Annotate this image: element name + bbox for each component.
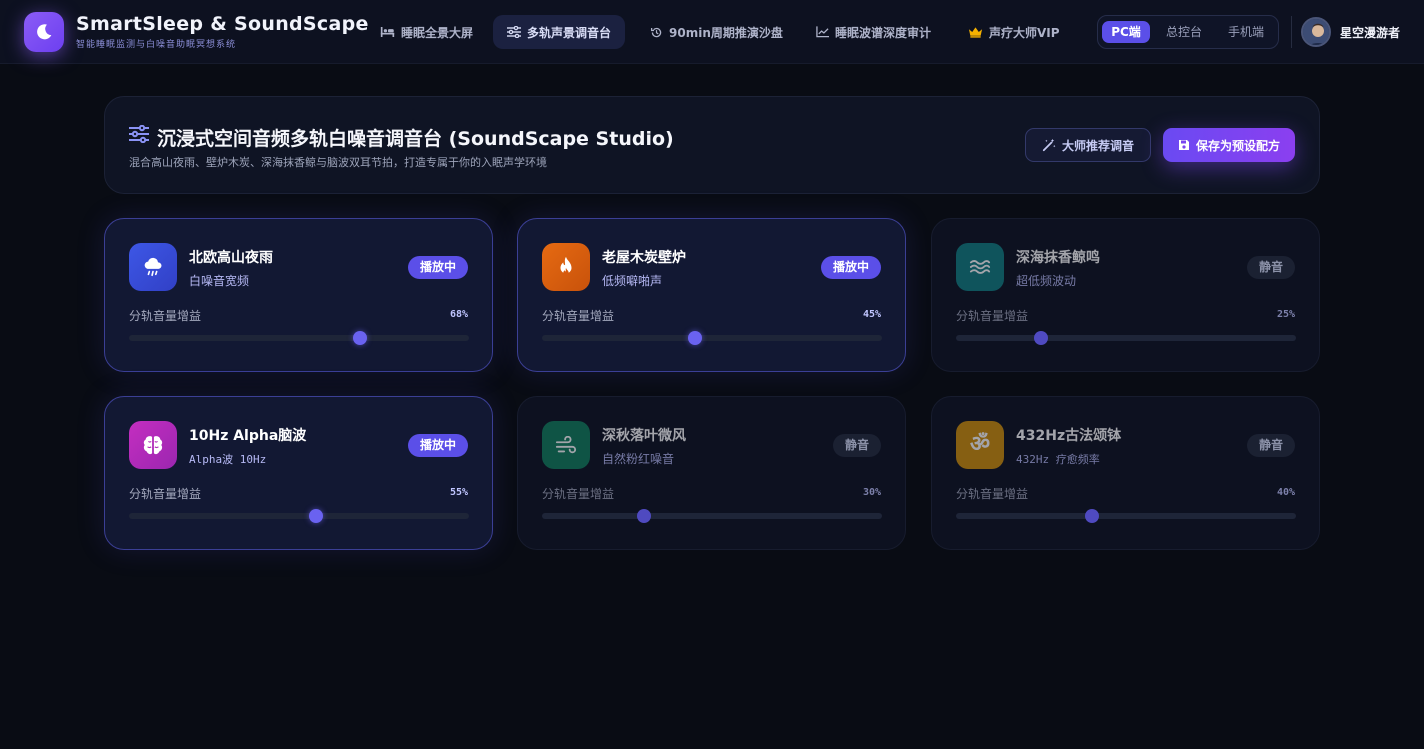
magic-wand-icon — [1042, 138, 1056, 152]
status-badge[interactable]: 静音 — [1246, 256, 1295, 279]
fire-icon — [542, 243, 590, 291]
gain-value: 40% — [1276, 487, 1295, 498]
gain-value: 55% — [449, 487, 468, 498]
status-badge[interactable]: 播放中 — [820, 256, 881, 279]
track-desc: 自然粉红噪音 — [602, 452, 675, 466]
gain-label: 分轨音量增益 — [956, 309, 1029, 323]
crown-icon — [968, 27, 983, 38]
gain-label: 分轨音量增益 — [129, 309, 202, 323]
history-icon — [650, 27, 662, 37]
platform-pc[interactable]: PC端 — [1102, 21, 1150, 43]
gain-slider[interactable] — [542, 331, 882, 345]
track-card: 北欧高山夜雨 白噪音宽频 播放中 分轨音量增益 68% — [104, 218, 493, 372]
nav-label: 90min周期推演沙盘 — [669, 25, 783, 40]
gain-slider[interactable] — [129, 331, 469, 345]
recommend-label: 大师推荐调音 — [1061, 138, 1134, 153]
track-name: 老屋木炭壁炉 — [602, 250, 686, 266]
track-name: 深海抹香鲸鸣 — [1016, 250, 1100, 266]
username[interactable]: 星空漫游者 — [1340, 24, 1400, 41]
slider-thumb[interactable] — [309, 509, 323, 523]
nav-item-audit[interactable]: 睡眠波谱深度审计 — [802, 15, 945, 49]
sliders-icon — [507, 26, 521, 38]
gain-slider[interactable] — [542, 509, 882, 523]
chart-line-icon — [816, 26, 829, 38]
platform-console[interactable]: 总控台 — [1155, 21, 1213, 43]
save-label: 保存为预设配方 — [1195, 138, 1280, 153]
gain-value: 68% — [449, 309, 468, 320]
gain-label: 分轨音量增益 — [542, 487, 615, 501]
page-subtitle: 混合高山夜雨、壁炉木炭、深海抹香鲸与脑波双耳节拍，打造专属于你的入眠声学环境 — [129, 156, 547, 169]
divider — [1291, 16, 1292, 48]
moon-icon[interactable] — [24, 12, 64, 52]
gain-slider[interactable] — [129, 509, 469, 523]
platform-switch: PC端 总控台 手机端 — [1097, 15, 1279, 49]
slider-thumb[interactable] — [637, 509, 651, 523]
top-navbar: SmartSleep & SoundScape 智能睡眠监测与白噪音助眠冥想系统… — [0, 0, 1424, 64]
nav-label: 多轨声景调音台 — [527, 25, 612, 40]
save-preset-button[interactable]: 保存为预设配方 — [1163, 128, 1295, 162]
track-name: 432Hz古法颂钵 — [1016, 428, 1122, 444]
brand-title: SmartSleep & SoundScape — [76, 13, 369, 35]
gain-value: 30% — [862, 487, 881, 498]
status-badge[interactable]: 静音 — [1246, 434, 1295, 457]
slider-thumb[interactable] — [1085, 509, 1099, 523]
track-desc: 白噪音宽频 — [189, 274, 250, 288]
track-desc: Alpha波 10Hz — [189, 453, 267, 466]
bed-icon — [380, 27, 395, 37]
cloud-rain-icon — [129, 243, 177, 291]
track-card: 深秋落叶微风 自然粉红噪音 分轨音量增益 30% 静音 — [517, 396, 906, 550]
gain-label: 分轨音量增益 — [956, 487, 1029, 501]
gain-value: 25% — [1276, 309, 1295, 320]
track-name: 北欧高山夜雨 — [189, 250, 273, 266]
gain-slider[interactable] — [956, 509, 1296, 523]
om-icon: ॐ — [956, 421, 1004, 469]
gain-label: 分轨音量增益 — [542, 309, 615, 323]
nav-label: 睡眠波谱深度审计 — [835, 25, 932, 40]
recommend-mix-button[interactable]: 大师推荐调音 — [1025, 128, 1151, 162]
nav-item-mixer[interactable]: 多轨声景调音台 — [493, 15, 626, 49]
track-card: 10Hz Alpha脑波 Alpha波 10Hz 播放中 分轨音量增益 55% — [104, 396, 493, 550]
track-desc: 432Hz 疗愈频率 — [1016, 453, 1100, 466]
track-card: 老屋木炭壁炉 低频噼啪声 播放中 分轨音量增益 45% — [517, 218, 906, 372]
avatar[interactable] — [1301, 17, 1331, 47]
wind-icon — [542, 421, 590, 469]
nav-item-cycle[interactable]: 90min周期推演沙盘 — [636, 15, 797, 49]
slider-thumb[interactable] — [353, 331, 368, 345]
gain-label: 分轨音量增益 — [129, 487, 202, 501]
slider-thumb[interactable] — [1034, 331, 1048, 345]
save-icon — [1178, 140, 1189, 150]
track-card: 深海抹香鲸鸣 超低频波动 分轨音量增益 25% 静音 — [931, 218, 1320, 372]
track-name: 10Hz Alpha脑波 — [189, 428, 307, 444]
brand-subtitle: 智能睡眠监测与白噪音助眠冥想系统 — [76, 40, 237, 50]
brain-icon — [129, 421, 177, 469]
status-badge[interactable]: 静音 — [832, 434, 881, 457]
track-desc: 低频噼啪声 — [602, 274, 663, 288]
nav-item-dashboard[interactable]: 睡眠全景大屏 — [366, 15, 487, 49]
track-desc: 超低频波动 — [1016, 274, 1077, 288]
nav-label: 睡眠全景大屏 — [401, 25, 474, 40]
platform-mobile[interactable]: 手机端 — [1217, 21, 1275, 43]
track-card: ॐ 432Hz古法颂钵 432Hz 疗愈频率 分轨音量增益 40% 静音 — [931, 396, 1320, 550]
page-title: 沉浸式空间音频多轨白噪音调音台 (SoundScape Studio) — [157, 128, 674, 150]
nav-item-vip[interactable]: 声疗大师VIP — [954, 15, 1074, 49]
status-badge[interactable]: 播放中 — [407, 256, 468, 279]
gain-slider[interactable] — [956, 331, 1296, 345]
slider-thumb[interactable] — [688, 331, 702, 345]
gain-value: 45% — [862, 309, 881, 320]
nav-label: 声疗大师VIP — [989, 25, 1060, 40]
sliders-icon — [129, 125, 149, 143]
track-name: 深秋落叶微风 — [602, 428, 686, 444]
status-badge[interactable]: 播放中 — [407, 434, 468, 457]
water-icon — [956, 243, 1004, 291]
